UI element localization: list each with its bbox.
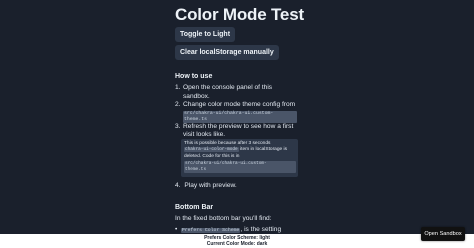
list-item: 4. Play with preview.	[175, 182, 237, 189]
list-item-text: , is the setting	[240, 226, 282, 233]
bottom-bar-heading: Bottom Bar	[175, 204, 214, 211]
step-text: Play with preview.	[184, 182, 237, 189]
page-title: Color Mode Test	[175, 5, 304, 24]
list-item: • Prefers Color Scheme, is the setting	[175, 226, 281, 234]
list-item: 2. Change color mode theme config from s…	[175, 101, 300, 123]
inline-code: Prefers Color Scheme	[180, 228, 241, 233]
code-path: src/chakra-ui/chakra-ui.custom- theme.ts	[184, 160, 296, 173]
clear-localstorage-button[interactable]: Clear localStorage manually	[175, 45, 279, 60]
fixed-bottom-bar: Prefers Color Scheme: light Current Colo…	[0, 234, 474, 248]
inline-code: chakra-ui-color-mode	[184, 147, 239, 153]
step-number: 2.	[175, 101, 181, 108]
step-text: Refresh the preview to see how a first v…	[183, 122, 294, 139]
steps-list: 1. Open the console panel of this sandbo…	[175, 84, 300, 140]
step-text: Open the console panel of this sandbox.	[183, 84, 273, 100]
step-number: 3.	[175, 122, 181, 130]
open-sandbox-button[interactable]: Open Sandbox	[421, 227, 465, 241]
list-item: 3. Refresh the preview to see how a firs…	[175, 123, 300, 140]
code-line: theme.ts	[185, 166, 207, 172]
code-path: src/chakra-ui/chakra-ui.custom- theme.ts	[183, 110, 297, 123]
note-line: chakra-ui-color-mode item in localStorag…	[184, 147, 295, 153]
note-text: item in localStorage is	[240, 147, 287, 153]
bottom-bar-intro: In the fixed bottom bar you'll find:	[175, 215, 272, 222]
current-color-mode-status: Current Color Mode: dark	[206, 241, 268, 247]
note-line: deleted. Code for this is in	[184, 153, 240, 159]
note-box: This is possible because after 3 seconds…	[181, 139, 298, 177]
how-to-use-heading: How to use	[175, 73, 213, 80]
bullet-icon: •	[175, 226, 178, 233]
step-number: 4.	[175, 182, 181, 189]
step-text: Change color mode theme config from	[183, 101, 296, 108]
toggle-color-mode-button[interactable]: Toggle to Light	[175, 27, 236, 42]
step-number: 1.	[175, 84, 181, 91]
list-item: 1. Open the console panel of this sandbo…	[175, 84, 300, 101]
